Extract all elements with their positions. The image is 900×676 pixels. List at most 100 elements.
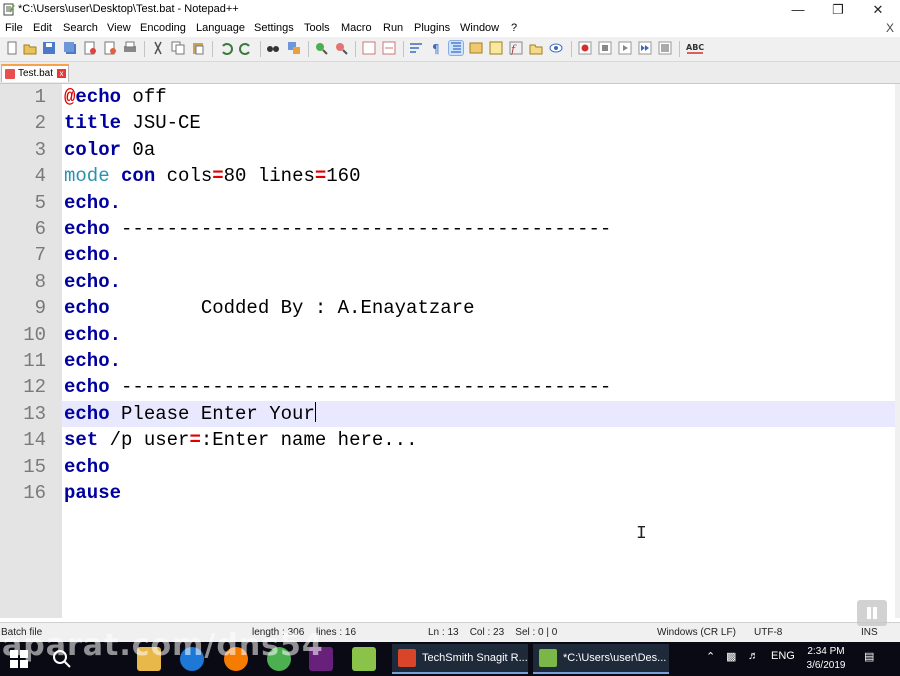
- save-all-icon[interactable]: [63, 41, 77, 55]
- code-token: echo.: [64, 323, 122, 346]
- menu-view[interactable]: View: [107, 22, 131, 34]
- code-line[interactable]: 7 echo.: [0, 242, 900, 268]
- code-line[interactable]: 5 echo.: [0, 190, 900, 216]
- record-macro-icon[interactable]: [578, 41, 592, 55]
- sync-horizontal-icon[interactable]: [382, 41, 396, 55]
- show-all-chars-icon[interactable]: ¶: [429, 41, 443, 55]
- code-line[interactable]: 16 pause: [0, 480, 900, 506]
- open-file-icon[interactable]: [23, 41, 37, 55]
- find-icon[interactable]: [266, 41, 280, 55]
- line-number: 1: [34, 86, 46, 108]
- print-icon[interactable]: [123, 41, 137, 55]
- code-line[interactable]: 9 echo Codded By : A.Enayatzare: [0, 295, 900, 321]
- save-macro-icon[interactable]: [658, 41, 672, 55]
- line-number: 12: [23, 376, 46, 399]
- language-indicator[interactable]: ENG: [771, 650, 795, 662]
- code-line[interactable]: 2 title JSU-CE: [0, 110, 900, 136]
- save-icon[interactable]: [42, 41, 56, 55]
- network-icon[interactable]: ▩: [726, 650, 736, 663]
- spell-check-icon[interactable]: ABC: [686, 41, 704, 55]
- recording-pause-button[interactable]: [857, 600, 887, 626]
- close-all-icon[interactable]: [103, 41, 117, 55]
- code-line[interactable]: 1 @echo off: [0, 84, 900, 110]
- code-line[interactable]: 10 echo.: [0, 322, 900, 348]
- word-wrap-icon[interactable]: [409, 41, 423, 55]
- function-list-icon[interactable]: f: [509, 41, 523, 55]
- stop-macro-icon[interactable]: [598, 41, 612, 55]
- code-line[interactable]: 3 color 0a: [0, 137, 900, 163]
- code-token: con: [121, 165, 156, 188]
- svg-text:f: f: [510, 43, 517, 55]
- menu-tools[interactable]: Tools: [304, 22, 330, 34]
- monitoring-icon[interactable]: [549, 41, 563, 55]
- tab-label: Test.bat: [18, 68, 54, 79]
- tab-bar: Test.bat x: [0, 62, 900, 84]
- menu-edit[interactable]: Edit: [33, 22, 52, 34]
- notepad-tool-icon[interactable]: [352, 647, 376, 671]
- code-line[interactable]: 15 echo: [0, 454, 900, 480]
- code-line[interactable]: 11 echo.: [0, 348, 900, 374]
- code-token: echo.: [64, 191, 122, 214]
- code-line[interactable]: 13 echo Please Enter Your: [0, 401, 900, 427]
- new-file-icon[interactable]: [5, 41, 19, 55]
- undo-icon[interactable]: [219, 41, 233, 55]
- code-token: echo.: [64, 350, 122, 372]
- toolbar: ¶ f ABC: [0, 37, 900, 62]
- code-line[interactable]: 6 echo ----------------------------------…: [0, 216, 900, 242]
- folder-workspace-icon[interactable]: [529, 41, 543, 55]
- menu-encoding[interactable]: Encoding: [140, 22, 186, 34]
- toolbar-separator: [212, 41, 213, 57]
- menu-run[interactable]: Run: [383, 22, 403, 34]
- code-line[interactable]: 12 echo ---------------------------------…: [0, 374, 900, 400]
- code-line[interactable]: 4 mode con cols=80 lines=160: [0, 163, 900, 189]
- code-token: echo: [64, 297, 110, 320]
- menu-settings[interactable]: Settings: [254, 22, 294, 34]
- clock[interactable]: 2:34 PM 3/6/2019: [800, 645, 852, 673]
- menu-search[interactable]: Search: [63, 22, 98, 34]
- taskbar-item-label: TechSmith Snagit R...: [422, 652, 528, 664]
- doc-map-icon[interactable]: [489, 41, 503, 55]
- user-lang-icon[interactable]: [469, 41, 483, 55]
- maximize-button[interactable]: ❐: [818, 0, 858, 20]
- zoom-in-icon[interactable]: [314, 41, 328, 55]
- taskbar-item-notepadpp[interactable]: *C:\Users\user\Des...: [533, 644, 669, 674]
- menu-file[interactable]: File: [5, 22, 23, 34]
- menu-help[interactable]: ?: [511, 22, 517, 34]
- close-document-button[interactable]: X: [886, 21, 894, 35]
- toolbar-separator: [144, 41, 145, 57]
- code-line[interactable]: 14 set /p user=:Enter name here...: [0, 427, 900, 453]
- menu-language[interactable]: Language: [196, 22, 245, 34]
- menu-window[interactable]: Window: [460, 22, 499, 34]
- tray-chevron-up-icon[interactable]: ⌃: [706, 650, 715, 663]
- line-number: 14: [23, 429, 46, 452]
- zoom-out-icon[interactable]: [334, 41, 348, 55]
- toolbar-separator: [308, 41, 309, 57]
- notifications-icon[interactable]: ▤: [864, 650, 874, 663]
- volume-icon[interactable]: ♬: [748, 650, 759, 662]
- line-code: mode con cols=80 lines=160: [64, 163, 361, 189]
- menu-macro[interactable]: Macro: [341, 22, 372, 34]
- play-macro-icon[interactable]: [618, 41, 632, 55]
- line-number: 16: [23, 482, 46, 504]
- close-button[interactable]: ✕: [858, 0, 898, 20]
- code-token: 0a: [121, 138, 156, 161]
- sync-vertical-icon[interactable]: [362, 41, 376, 55]
- run-macro-multiple-icon[interactable]: [638, 41, 652, 55]
- tab-test-bat[interactable]: Test.bat x: [1, 64, 69, 82]
- tab-close-icon[interactable]: x: [57, 69, 66, 78]
- minimize-button[interactable]: —: [778, 0, 818, 20]
- mouse-ibeam-cursor: I: [636, 524, 647, 544]
- code-token: title: [64, 112, 122, 135]
- menu-plugins[interactable]: Plugins: [414, 22, 450, 34]
- replace-icon[interactable]: [287, 41, 301, 55]
- redo-icon[interactable]: [239, 41, 253, 55]
- close-file-icon[interactable]: [83, 41, 97, 55]
- taskbar-item-snagit[interactable]: TechSmith Snagit R...: [392, 644, 528, 674]
- paste-icon[interactable]: [191, 41, 205, 55]
- indent-guide-icon[interactable]: [448, 40, 464, 56]
- copy-icon[interactable]: [171, 41, 185, 55]
- code-line[interactable]: 8 echo.: [0, 269, 900, 295]
- cut-icon[interactable]: [151, 41, 165, 55]
- status-encoding: UTF-8: [754, 627, 783, 638]
- code-token: echo: [64, 376, 110, 399]
